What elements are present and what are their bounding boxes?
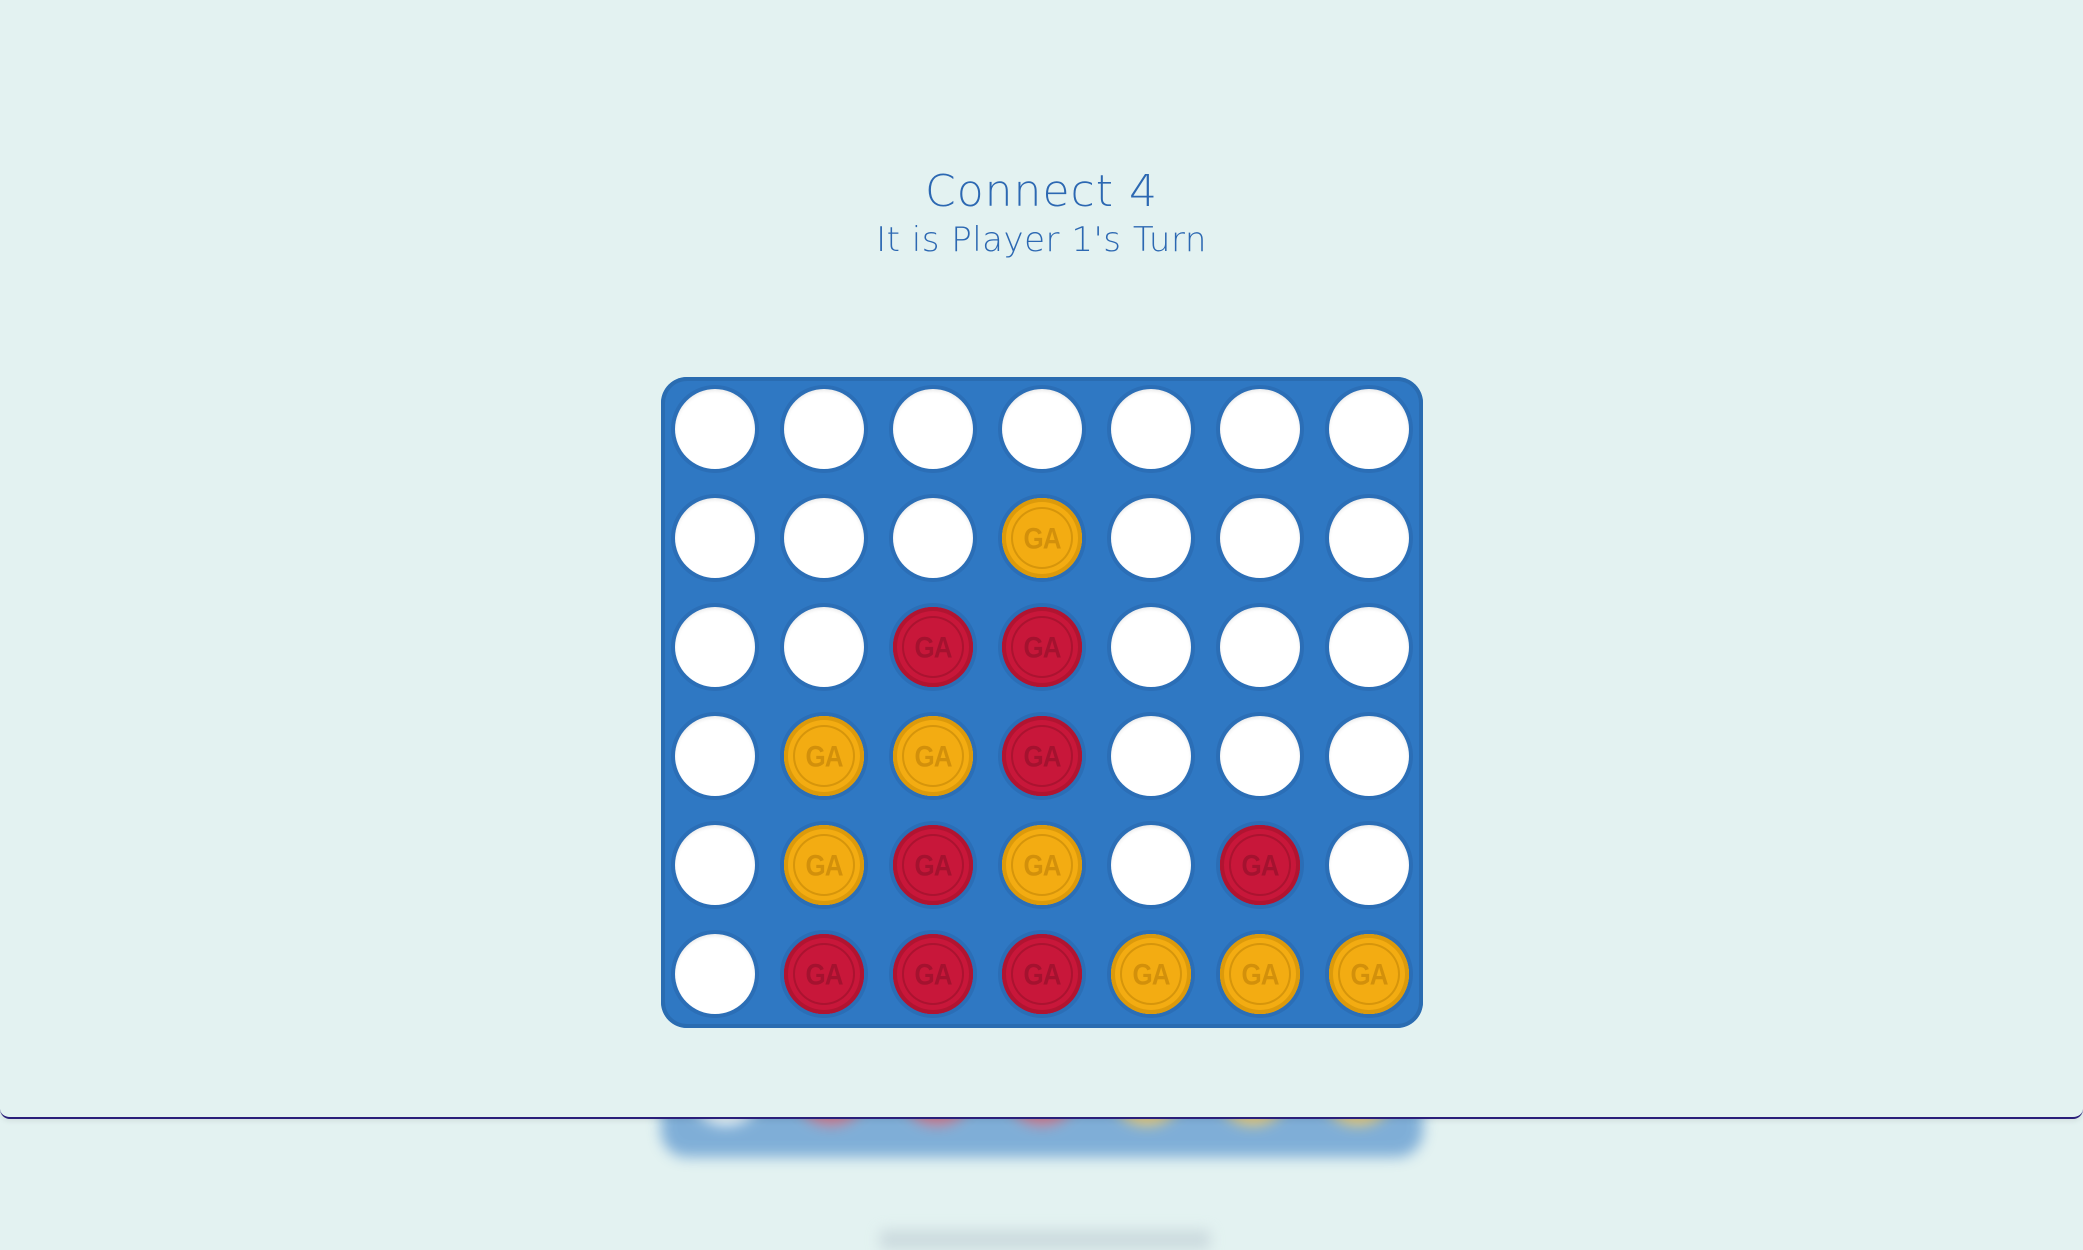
empty-slot[interactable] bbox=[1002, 389, 1082, 469]
empty-slot[interactable] bbox=[1111, 716, 1191, 796]
empty-slot[interactable] bbox=[1329, 389, 1409, 469]
empty-slot[interactable] bbox=[1111, 389, 1191, 469]
game-board: GA GA GA GA GA GA GA GA GA GA GA GA GA GA GA GA bbox=[661, 377, 1423, 1028]
yellow-disc[interactable]: GA bbox=[893, 716, 973, 796]
empty-slot[interactable] bbox=[1329, 716, 1409, 796]
disc-mark: GA bbox=[805, 847, 844, 882]
red-disc[interactable]: GA bbox=[784, 934, 864, 1014]
disc-mark: GA bbox=[1132, 956, 1171, 991]
empty-slot[interactable] bbox=[675, 607, 755, 687]
yellow-disc[interactable]: GA bbox=[784, 825, 864, 905]
empty-slot[interactable] bbox=[784, 607, 864, 687]
disc-mark: GA bbox=[1350, 956, 1389, 991]
yellow-disc[interactable]: GA bbox=[784, 716, 864, 796]
empty-slot[interactable] bbox=[1220, 389, 1300, 469]
empty-slot[interactable] bbox=[893, 498, 973, 578]
board-row-5: GA GA GA GA bbox=[675, 825, 1409, 905]
board-row-2: GA bbox=[675, 498, 1409, 578]
red-disc[interactable]: GA bbox=[893, 934, 973, 1014]
board-row-6: GA GA GA GA GA GA bbox=[675, 934, 1409, 1014]
red-disc[interactable]: GA bbox=[1002, 716, 1082, 796]
empty-slot[interactable] bbox=[1329, 607, 1409, 687]
empty-slot[interactable] bbox=[675, 934, 755, 1014]
disc-mark: GA bbox=[1023, 738, 1062, 773]
empty-slot[interactable] bbox=[1111, 825, 1191, 905]
board-row-4: GA GA GA bbox=[675, 716, 1409, 796]
board-row-3: GA GA bbox=[675, 607, 1409, 687]
disc-mark: GA bbox=[805, 956, 844, 991]
background-board-base bbox=[880, 1230, 1210, 1250]
disc-mark: GA bbox=[914, 738, 953, 773]
disc-mark: GA bbox=[805, 738, 844, 773]
game-panel: Connect 4 It is Player 1's Turn GA GA GA GA… bbox=[0, 0, 2083, 1119]
disc-mark: GA bbox=[1023, 847, 1062, 882]
red-disc[interactable]: GA bbox=[1002, 934, 1082, 1014]
red-disc[interactable]: GA bbox=[1002, 607, 1082, 687]
disc-mark: GA bbox=[914, 956, 953, 991]
empty-slot[interactable] bbox=[784, 389, 864, 469]
empty-slot[interactable] bbox=[675, 716, 755, 796]
red-disc[interactable]: GA bbox=[893, 607, 973, 687]
disc-mark: GA bbox=[1241, 956, 1280, 991]
empty-slot[interactable] bbox=[675, 498, 755, 578]
disc-mark: GA bbox=[1241, 847, 1280, 882]
empty-slot[interactable] bbox=[675, 825, 755, 905]
disc-mark: GA bbox=[1023, 520, 1062, 555]
empty-slot[interactable] bbox=[675, 389, 755, 469]
board-row-1 bbox=[675, 389, 1409, 469]
empty-slot[interactable] bbox=[893, 389, 973, 469]
empty-slot[interactable] bbox=[1111, 498, 1191, 578]
red-disc[interactable]: GA bbox=[893, 825, 973, 905]
turn-status: It is Player 1's Turn bbox=[876, 220, 1207, 260]
disc-mark: GA bbox=[914, 847, 953, 882]
yellow-disc[interactable]: GA bbox=[1002, 498, 1082, 578]
disc-mark: GA bbox=[1023, 629, 1062, 664]
yellow-disc[interactable]: GA bbox=[1329, 934, 1409, 1014]
game-title: Connect 4 bbox=[925, 166, 1158, 217]
disc-mark: GA bbox=[1023, 956, 1062, 991]
yellow-disc[interactable]: GA bbox=[1220, 934, 1300, 1014]
disc-mark: GA bbox=[914, 629, 953, 664]
empty-slot[interactable] bbox=[1111, 607, 1191, 687]
empty-slot[interactable] bbox=[1329, 498, 1409, 578]
empty-slot[interactable] bbox=[1220, 607, 1300, 687]
empty-slot[interactable] bbox=[1220, 716, 1300, 796]
red-disc[interactable]: GA bbox=[1220, 825, 1300, 905]
yellow-disc[interactable]: GA bbox=[1111, 934, 1191, 1014]
yellow-disc[interactable]: GA bbox=[1002, 825, 1082, 905]
empty-slot[interactable] bbox=[784, 498, 864, 578]
empty-slot[interactable] bbox=[1220, 498, 1300, 578]
empty-slot[interactable] bbox=[1329, 825, 1409, 905]
